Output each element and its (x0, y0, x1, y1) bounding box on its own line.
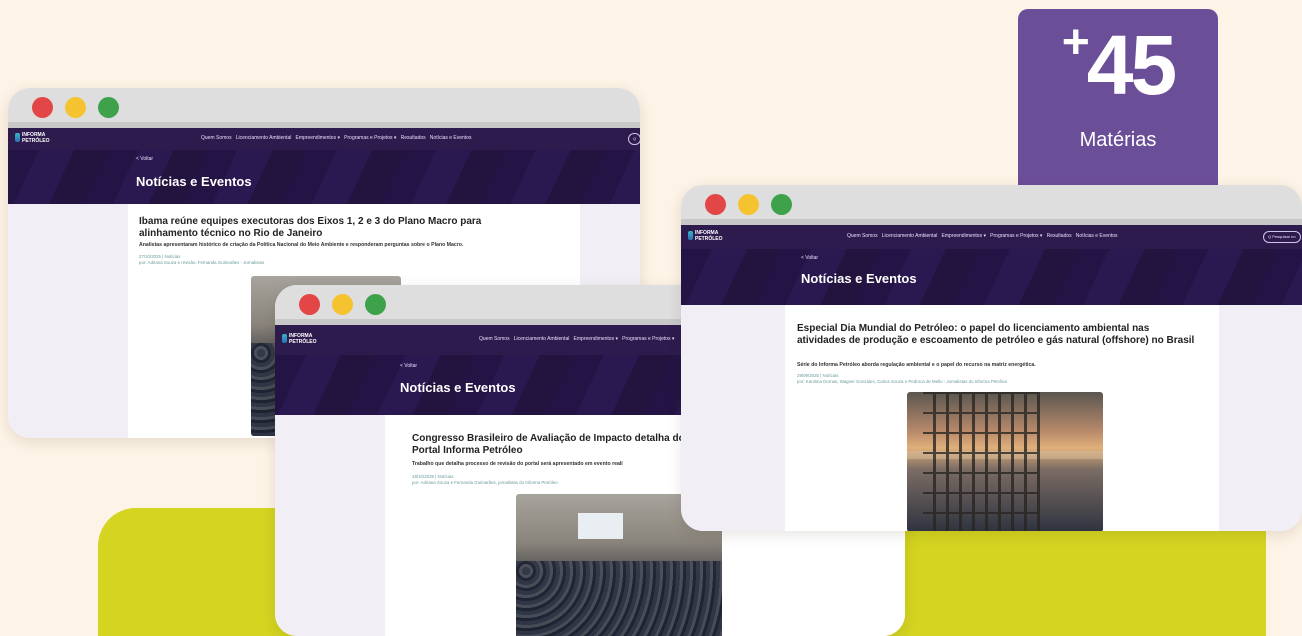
browser-chrome (8, 88, 640, 128)
nav-item[interactable]: Licenciamento Ambiental (882, 233, 938, 239)
site-navbar: INFORMA PETRÓLEO Quem Somos Licenciamento… (8, 128, 640, 150)
article-meta: 29/09/2025 | Notícias por: Karolina Dorn… (797, 373, 1007, 385)
article-photo (907, 392, 1103, 531)
minimize-dot-icon[interactable] (738, 194, 759, 215)
browser-window-3: INFORMA PETRÓLEO Quem Somos Licenciamento… (681, 185, 1302, 531)
nav-item[interactable]: Notícias e Eventos (1076, 233, 1118, 239)
nav-item[interactable]: Quem Somos (479, 336, 510, 342)
article-subtitle: Série do Informa Petróleo aborda regulaç… (797, 362, 1036, 368)
back-link[interactable]: < Voltar (400, 363, 417, 369)
badge-plus: + (1061, 16, 1090, 69)
nav-links: Quem Somos Licenciamento Ambiental Empre… (479, 336, 674, 342)
article-card: Especial Dia Mundial do Petróleo: o pape… (785, 305, 1219, 531)
maximize-dot-icon[interactable] (365, 294, 386, 315)
article-subtitle: Trabalho que detalha processo de revisão… (412, 461, 623, 467)
nav-item[interactable]: Licenciamento Ambiental (514, 336, 570, 342)
nav-item[interactable]: Programas e Projetos ▾ (622, 336, 674, 342)
page-title: Notícias e Eventos (136, 174, 252, 189)
nav-item[interactable]: Programas e Projetos ▾ (990, 233, 1042, 239)
article-title[interactable]: Ibama reúne equipes executoras dos Eixos… (139, 216, 539, 239)
badge-count: 45 (1086, 18, 1177, 112)
article-author: por: Adriana Souza e Fernanda Guimarães,… (412, 480, 558, 485)
search-input[interactable]: Q Pesquisar no (1263, 231, 1301, 243)
nav-links: Quem Somos Licenciamento Ambiental Empre… (847, 233, 1117, 239)
logo-line-2: PETRÓLEO (22, 138, 50, 144)
logo-icon (282, 334, 287, 343)
nav-item[interactable]: Quem Somos (201, 135, 232, 141)
page-title: Notícias e Eventos (400, 380, 516, 395)
logo-icon (688, 231, 693, 240)
nav-item[interactable]: Quem Somos (847, 233, 878, 239)
maximize-dot-icon[interactable] (98, 97, 119, 118)
matters-count-badge: +45 Matérias (1018, 9, 1218, 185)
logo-line-2: PETRÓLEO (695, 236, 723, 242)
minimize-dot-icon[interactable] (332, 294, 353, 315)
page-hero: < Voltar Notícias e Eventos (8, 150, 640, 204)
close-dot-icon[interactable] (32, 97, 53, 118)
nav-item[interactable]: Programas e Projetos ▾ (344, 135, 396, 141)
article-title[interactable]: Especial Dia Mundial do Petróleo: o pape… (797, 323, 1197, 346)
nav-links: Quem Somos Licenciamento Ambiental Empre… (201, 135, 471, 141)
nav-item[interactable]: Resultados (1047, 233, 1072, 239)
search-input[interactable]: Q (628, 133, 640, 145)
close-dot-icon[interactable] (299, 294, 320, 315)
badge-label: Matérias (1079, 129, 1157, 151)
nav-item[interactable]: Empreendimentos ▾ (574, 336, 618, 342)
nav-item[interactable]: Notícias e Eventos (430, 135, 472, 141)
close-dot-icon[interactable] (705, 194, 726, 215)
browser-chrome (681, 185, 1302, 225)
logo-line-2: PETRÓLEO (289, 339, 317, 345)
article-date: 27/10/2025 | Notícias (139, 254, 181, 259)
nav-item[interactable]: Licenciamento Ambiental (236, 135, 292, 141)
back-link[interactable]: < Voltar (136, 156, 153, 162)
nav-item[interactable]: Empreendimentos ▾ (942, 233, 986, 239)
page-title: Notícias e Eventos (801, 271, 917, 286)
site-navbar: INFORMA PETRÓLEO Quem Somos Licenciamento… (681, 225, 1302, 249)
article-meta: 18/10/2025 | Notícias por: Adriana Souza… (412, 474, 558, 486)
nav-item[interactable]: Empreendimentos ▾ (296, 135, 340, 141)
article-date: 29/09/2025 | Notícias (797, 373, 839, 378)
article-title[interactable]: Congresso Brasileiro de Avaliação de Imp… (412, 433, 712, 456)
article-meta: 27/10/2025 | Notícias por: Adriana Souza… (139, 254, 264, 266)
back-link[interactable]: < Voltar (801, 255, 818, 261)
page-hero: < Voltar Notícias e Eventos (681, 249, 1302, 305)
article-date: 18/10/2025 | Notícias (412, 474, 454, 479)
article-author: por: Karolina Dornas, Wagner Gonzales, C… (797, 379, 1008, 384)
minimize-dot-icon[interactable] (65, 97, 86, 118)
maximize-dot-icon[interactable] (771, 194, 792, 215)
search-icon: Q (633, 136, 637, 141)
logo-icon (15, 133, 20, 142)
nav-item[interactable]: Resultados (401, 135, 426, 141)
page-body: Especial Dia Mundial do Petróleo: o pape… (681, 305, 1302, 531)
badge-number: +45 (1018, 19, 1218, 108)
article-subtitle: Analistas apresentaram histórico de cria… (139, 242, 464, 248)
article-author: por: Adriana Souza e revisão: Fernanda G… (139, 260, 265, 265)
